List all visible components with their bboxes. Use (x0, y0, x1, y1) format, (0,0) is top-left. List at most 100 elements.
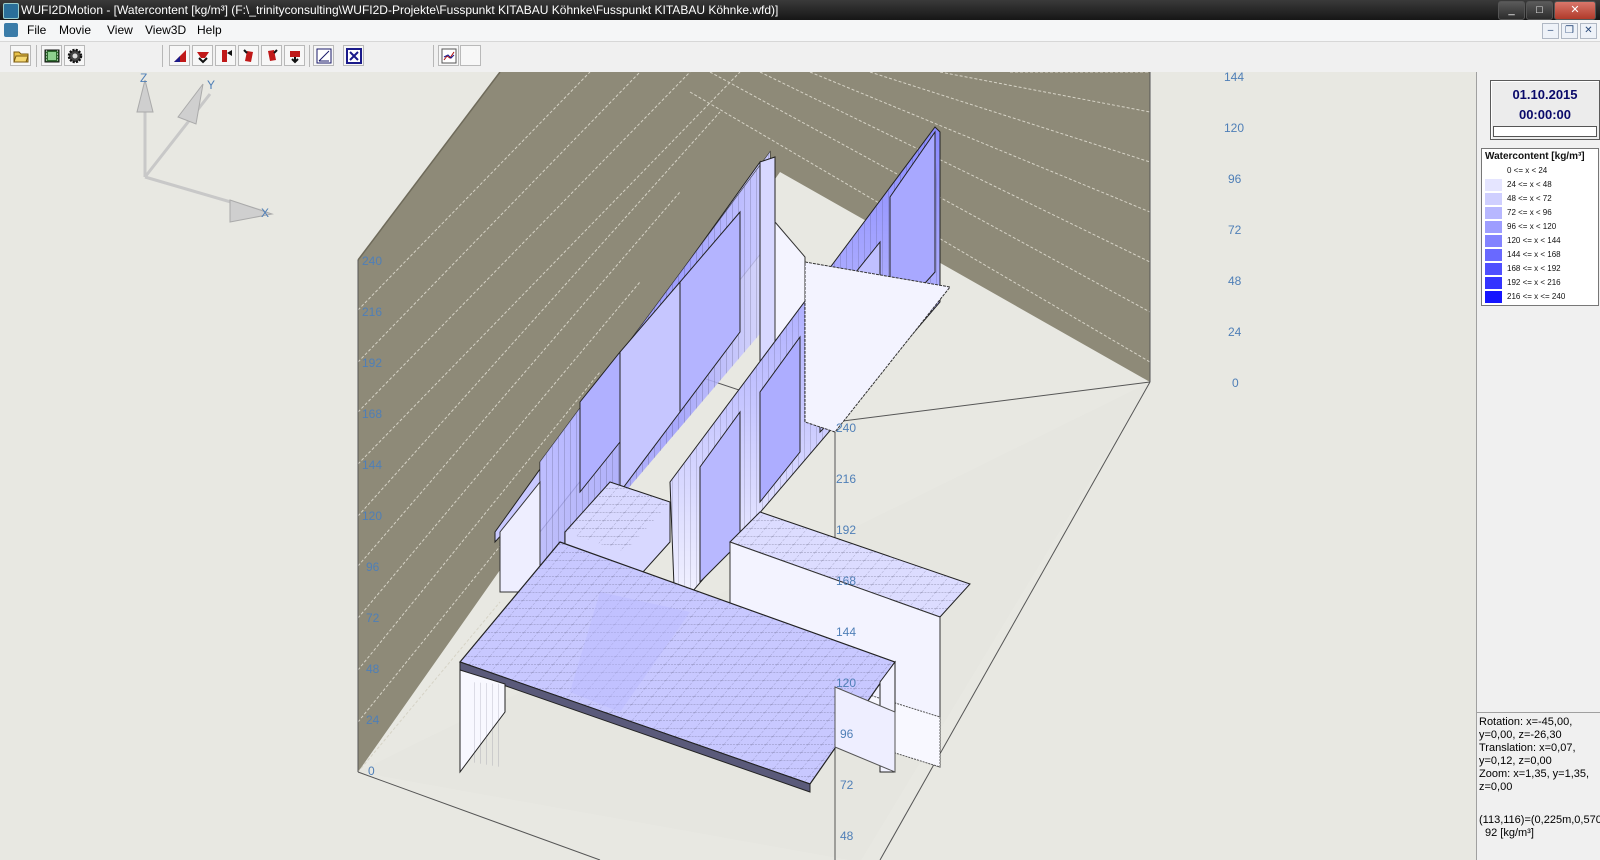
doc-restore-button[interactable]: ❐ (1561, 23, 1578, 39)
info-line: z=0,00 (1479, 781, 1513, 793)
time-progress-bar[interactable] (1493, 126, 1597, 137)
right-panel: 01.10.2015 00:00:00 Watercontent [kg/m³]… (1476, 72, 1600, 860)
rotate-z-button[interactable] (215, 45, 236, 66)
3d-scene[interactable]: Z Y X 0 24 48 72 96 120 144 168 192 216 … (0, 72, 1476, 860)
front-tick: 240 (836, 421, 856, 435)
legend-item: 0 <= x < 24 (1485, 165, 1595, 178)
doc-minimize-button[interactable]: – (1542, 23, 1559, 39)
toolbar-separator (433, 45, 434, 67)
open-button[interactable] (10, 45, 31, 66)
legend-swatch (1485, 179, 1502, 191)
left-tick: 240 (362, 254, 382, 268)
right-tick: 96 (1228, 172, 1242, 186)
rotate-x-icon (174, 50, 186, 62)
toolbar-separator (36, 45, 37, 67)
doc-close-button[interactable]: ✕ (1580, 23, 1597, 39)
movie-button[interactable] (41, 45, 62, 66)
legend-swatch (1485, 291, 1502, 303)
legend-swatch (1485, 165, 1502, 177)
pick-value: 92 [kg/m³] (1485, 827, 1534, 839)
time-display: 01.10.2015 00:00:00 (1490, 80, 1600, 140)
rotate-z-icon (222, 50, 232, 62)
window-maximize-button[interactable]: □ (1526, 1, 1553, 20)
gear-icon (67, 48, 83, 64)
front-tick: 216 (836, 472, 856, 486)
front-tick: 168 (836, 574, 856, 588)
color-legend: Watercontent [kg/m³] 0 <= x < 24 24 <= x… (1481, 148, 1599, 306)
perspective-icon (316, 48, 332, 64)
blank-button[interactable] (460, 45, 481, 66)
axis-label-y: Y (207, 78, 215, 92)
menu-help[interactable]: Help (197, 23, 222, 37)
current-date: 01.10.2015 (1512, 87, 1578, 102)
left-tick: 192 (362, 356, 382, 370)
legend-item: 168 <= x < 192 (1485, 263, 1595, 276)
legend-swatch (1485, 221, 1502, 233)
front-tick: 192 (836, 523, 856, 537)
tilt-down-icon (290, 51, 300, 64)
right-tick: 0 (1232, 376, 1239, 390)
legend-item: 96 <= x < 120 (1485, 221, 1595, 234)
right-axis-ticks: 0 24 48 72 96 120 144 (1224, 72, 1244, 390)
menu-file[interactable]: File (27, 23, 46, 37)
info-line: Translation: x=0,07, (1479, 742, 1576, 754)
front-axis-ticks: 48 72 96 120 144 168 192 216 240 (836, 421, 856, 843)
chart-button[interactable] (438, 45, 459, 66)
info-line: Rotation: x=-45,00, (1479, 716, 1573, 728)
legend-item: 120 <= x < 144 (1485, 235, 1595, 248)
legend-swatch (1485, 235, 1502, 247)
tilt-down-button[interactable] (284, 45, 305, 66)
legend-item: 216 <= x <= 240 (1485, 291, 1595, 304)
info-line: y=0,12, z=0,00 (1479, 755, 1552, 767)
perspective-button[interactable] (313, 45, 334, 66)
window-minimize-button[interactable]: _ (1498, 1, 1525, 20)
tilt-left-icon (243, 49, 253, 62)
pick-readout: (113,116)=(0,225m,0,570 92 [kg/m³] (1479, 814, 1600, 840)
right-tick: 72 (1228, 223, 1242, 237)
document-icon[interactable] (4, 23, 18, 37)
menu-movie[interactable]: Movie (59, 23, 91, 37)
window-controls: _ □ ✕ (1498, 1, 1596, 20)
left-tick: 96 (366, 560, 380, 574)
front-tick: 72 (840, 778, 854, 792)
menu-view[interactable]: View (107, 23, 133, 37)
fit-view-button[interactable] (343, 45, 364, 66)
front-tick: 144 (836, 625, 856, 639)
right-tick: 24 (1228, 325, 1242, 339)
left-tick: 48 (366, 662, 380, 676)
document-window-controls: – ❐ ✕ (1542, 23, 1597, 39)
front-tick: 96 (840, 727, 854, 741)
left-tick: 24 (366, 713, 380, 727)
info-line: y=0,00, z=-26,30 (1479, 729, 1562, 741)
pick-coordinates: (113,116)=(0,225m,0,570 (1479, 814, 1600, 826)
menu-view3d[interactable]: View3D (145, 23, 186, 37)
axis-label-z: Z (140, 72, 147, 85)
view-transform-info: Rotation: x=-45,00, y=0,00, z=-26,30 Tra… (1477, 712, 1600, 794)
toolbar (0, 42, 1600, 73)
toolbar-separator (162, 45, 163, 67)
fit-view-icon (346, 48, 362, 64)
tilt-right-button[interactable] (261, 45, 282, 66)
right-tick: 120 (1224, 121, 1244, 135)
left-tick: 72 (366, 611, 380, 625)
left-tick: 216 (362, 305, 382, 319)
legend-item: 192 <= x < 216 (1485, 277, 1595, 290)
front-tick: 48 (840, 829, 854, 843)
app-icon[interactable] (3, 3, 19, 19)
legend-swatch (1485, 249, 1502, 261)
axis-label-x: X (261, 206, 269, 220)
rotate-y-button[interactable] (192, 45, 213, 66)
axis-gizmo: Z Y X (136, 72, 274, 223)
menu-bar: File Movie View View3D Help – ❐ ✕ (0, 20, 1600, 42)
info-line: Zoom: x=1,35, y=1,35, (1479, 768, 1590, 780)
rotate-x-button[interactable] (169, 45, 190, 66)
settings-button[interactable] (64, 45, 85, 66)
tilt-left-button[interactable] (238, 45, 259, 66)
legend-item: 72 <= x < 96 (1485, 207, 1595, 220)
3d-viewport[interactable]: Z Y X 0 24 48 72 96 120 144 168 192 216 … (0, 72, 1476, 860)
window-title: WUFI2DMotion - [Watercontent [kg/m³] (F:… (21, 3, 779, 17)
right-tick: 144 (1224, 72, 1244, 84)
window-close-button[interactable]: ✕ (1554, 1, 1596, 20)
legend-item: 48 <= x < 72 (1485, 193, 1595, 206)
window-title-bar: WUFI2DMotion - [Watercontent [kg/m³] (F:… (0, 0, 1600, 20)
